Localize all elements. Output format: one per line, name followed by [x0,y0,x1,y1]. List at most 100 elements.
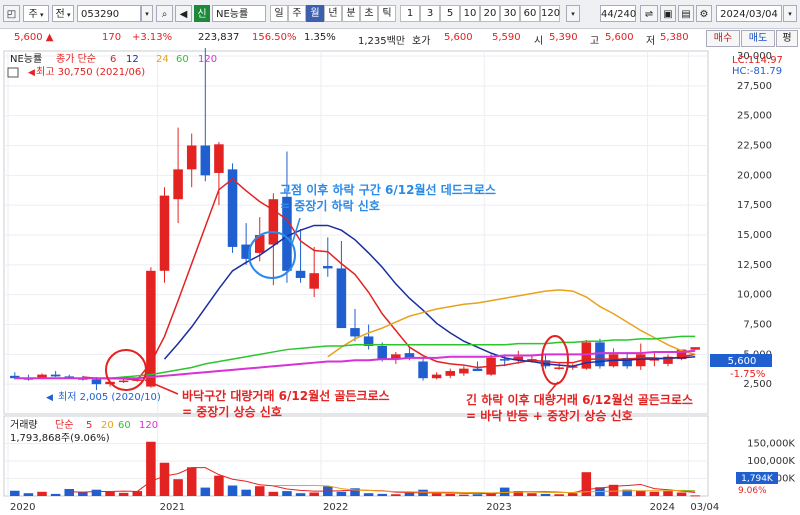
annotation-right-line1: 긴 하락 이후 대량거래 6/12월선 골든크로스 [466,392,693,407]
x-tick-label: 2022 [323,502,348,513]
volume-bar [567,493,578,496]
candle-body [50,374,61,377]
volume-bar [663,491,673,496]
volume-bar [227,485,238,496]
average-button[interactable]: 평 [776,30,798,47]
volume-current-label: 1,793,868주(9.06%) [10,433,110,444]
volume-bar [527,493,537,496]
price-tick-label: 20,000 [737,170,772,181]
date-field[interactable]: 2024/03/04 [716,5,782,22]
market-select[interactable]: 주 ▾ [23,5,49,22]
legend-ma-60: 60 [176,54,189,65]
high-price: 5,600 [605,32,634,43]
interval-20[interactable]: 20 [480,5,500,22]
volume-bar [404,492,415,496]
tab-period-0[interactable]: 일 [270,5,288,22]
print-icon[interactable]: ▤ [678,5,694,22]
window-menu-icon[interactable]: ◰ [3,5,20,22]
min-arrow-icon: ◀ [46,393,53,403]
interval-120[interactable]: 120 [540,5,560,22]
open-price: 5,390 [549,32,578,43]
toolbar: ◰ 주 ▾ 전 ▾ 053290 ▾ ⌕ ◀ 신 NE능률 일주월년분초틱 13… [0,0,800,29]
candle-body [214,144,224,173]
calendar-dropdown-icon[interactable]: ▾ [783,5,797,22]
current-price-tag-text: 5,600 [728,356,757,367]
total-label: 전 [55,9,65,20]
annotation-right-line2: = 바닥 반등 + 중장기 상승 신호 [466,408,633,423]
volume-bar [159,462,170,496]
price-tick-label: 22,500 [737,141,772,152]
annotation-left-line1: 바닥구간 대량거래 6/12월선 골든크로스 [182,388,390,403]
price-tick-label: 12,500 [737,260,772,271]
stock-code-input[interactable]: 053290 [77,5,141,22]
sell-button[interactable]: 매도 [741,30,775,47]
candle-body [200,145,211,176]
price-change: 170 [102,32,122,43]
volume-bar [282,491,292,496]
candle-body [459,368,469,374]
legend-stock-name: NE능률 [10,53,42,65]
legend-ma-24: 24 [156,54,169,65]
search-icon[interactable]: ⌕ [156,5,173,22]
volume-bar [241,489,251,496]
candle-body [431,374,442,379]
volume-bar [23,493,34,496]
bid-price-2: 5,590 [492,32,521,43]
candle-body [636,354,646,367]
link-icon[interactable]: ⇌ [640,5,658,22]
tab-period-2[interactable]: 월 [306,5,324,22]
save-icon[interactable]: ▣ [660,5,676,22]
stock-code-dropdown-icon[interactable]: ▾ [141,5,153,22]
max-arrow-icon: ◀ [28,68,35,78]
high-label: 고 [590,36,600,47]
interval-3[interactable]: 3 [420,5,440,22]
interval-10[interactable]: 10 [460,5,480,22]
volume-bar [37,491,47,496]
volume-ma-120: 120 [139,420,158,431]
interval-1[interactable]: 1 [400,5,420,22]
volume-bar [377,493,387,496]
volume-bar [64,489,74,496]
tab-period-4[interactable]: 분 [342,5,360,22]
open-label: 시 [534,36,544,47]
volume-bar [146,441,156,496]
interval-60[interactable]: 60 [520,5,540,22]
interval-30[interactable]: 30 [500,5,520,22]
volume-bar [254,486,265,496]
volume-tick-label: 150,000K [747,439,795,450]
volume-bar [472,494,483,496]
tab-period-1[interactable]: 주 [288,5,306,22]
volume-ma-60: 60 [118,420,131,431]
gear-icon[interactable]: ⚙ [696,5,712,22]
volume-current-tag-text: 1,794K [741,474,774,484]
volume-bar [214,475,224,496]
price-tick-label: 10,000 [737,290,772,301]
x-tick-label: 03/04 [690,502,719,513]
market-label: 주 [28,9,38,20]
candle-body [581,342,592,369]
low-price: 5,380 [660,32,689,43]
volume-bar [200,487,211,496]
tab-period-6[interactable]: 틱 [378,5,396,22]
volume-bar [50,493,61,496]
candle-body [336,268,347,329]
speaker-icon[interactable]: ◀ [175,5,192,22]
bar-count-field[interactable]: 44/240 [600,5,636,22]
total-select[interactable]: 전 ▾ [52,5,74,22]
x-tick-label: 2021 [160,502,185,513]
interval-5[interactable]: 5 [440,5,460,22]
volume-tick-label: 100,000K [747,456,795,467]
interval-dropdown-icon[interactable]: ▾ [566,5,580,22]
volume-ma-type: 단순 [55,419,73,431]
legend-ma-120: 120 [198,54,217,65]
low-label: 저 [646,36,656,47]
bid-price-1: 5,600 [444,32,473,43]
volume-ma-20: 20 [101,420,114,431]
candle-body [91,379,102,385]
tab-period-5[interactable]: 초 [360,5,378,22]
candle-body [323,266,333,269]
candle-body [268,199,279,245]
tab-period-3[interactable]: 년 [324,5,342,22]
volume-ma-5: 5 [86,420,92,431]
buy-button[interactable]: 매수 [706,30,740,47]
